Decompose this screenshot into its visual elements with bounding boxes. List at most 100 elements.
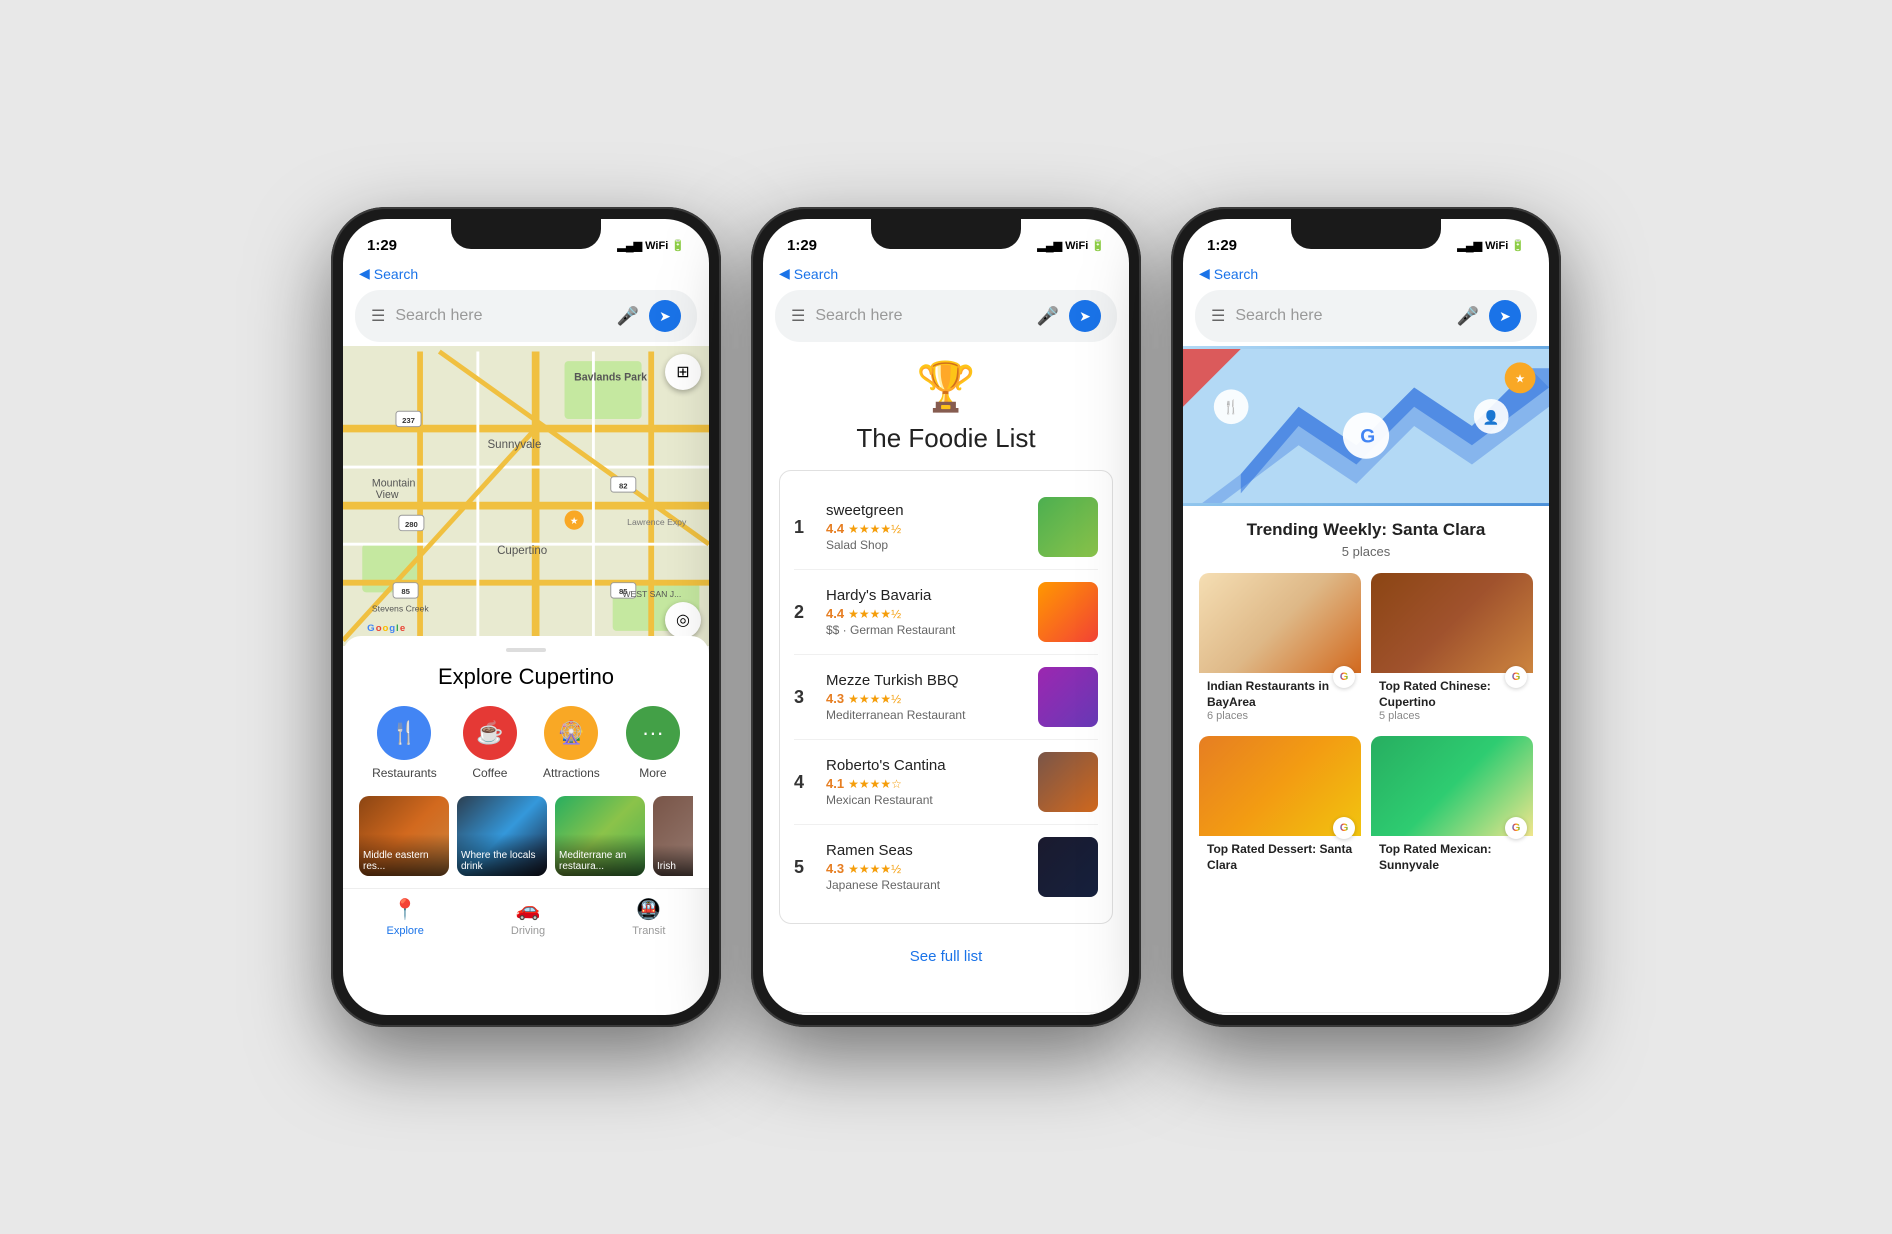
explore-title: Explore Cupertino <box>359 664 693 690</box>
nav-icon-3[interactable]: ➤ <box>1489 300 1521 332</box>
svg-text:WEST SAN J...: WEST SAN J... <box>622 589 681 599</box>
bottom-panel-1: Explore Cupertino 🍴 Restaurants ☕ Coffee… <box>343 636 709 888</box>
item-photo-5 <box>1038 837 1098 897</box>
map-location-btn[interactable]: ◎ <box>665 602 701 638</box>
item-info-2: Hardy's Bavaria 4.4 ★★★★½ $$ · German Re… <box>826 587 1026 637</box>
svg-text:g: g <box>389 623 395 634</box>
see-full-list-btn[interactable]: See full list <box>779 932 1113 981</box>
svg-text:View: View <box>376 489 399 501</box>
search-text-3[interactable]: Search here <box>1235 307 1446 325</box>
restaurants-icon: 🍴 <box>377 706 431 760</box>
foodie-item-1[interactable]: 1 sweetgreen 4.4 ★★★★½ Salad Shop <box>794 485 1098 570</box>
svg-text:Cupertino: Cupertino <box>497 545 547 557</box>
restaurants-label: Restaurants <box>372 766 437 780</box>
category-coffee[interactable]: ☕ Coffee <box>463 706 517 780</box>
back-label-3[interactable]: Search <box>1214 266 1258 282</box>
mic-icon-1[interactable]: 🎤 <box>617 306 639 327</box>
item-rating-3: 4.3 ★★★★½ <box>826 691 1026 706</box>
search-bar-3[interactable]: ☰ Search here 🎤 ➤ <box>1195 290 1537 342</box>
map-layers-btn[interactable]: ⊞ <box>665 354 701 390</box>
mic-icon-2[interactable]: 🎤 <box>1037 306 1059 327</box>
trending-subtitle: 5 places <box>1199 544 1533 559</box>
card-title-1: Top Rated Chinese: Cupertino <box>1379 679 1525 710</box>
place-card-label-0: Middle eastern res... <box>359 834 449 876</box>
trending-card-1[interactable]: G Top Rated Chinese: Cupertino 5 places <box>1371 573 1533 726</box>
map-container[interactable]: 237 280 82 85 85 Mountain View Sunnyvale… <box>343 346 709 646</box>
search-bar-1[interactable]: ☰ Search here 🎤 ➤ <box>355 290 697 342</box>
mic-icon-3[interactable]: 🎤 <box>1457 306 1479 327</box>
hamburger-icon-2[interactable]: ☰ <box>791 306 805 326</box>
item-info-3: Mezze Turkish BBQ 4.3 ★★★★½ Mediterranea… <box>826 672 1026 722</box>
card-sub-0: 6 places <box>1207 710 1353 722</box>
time-3: 1:29 <box>1207 237 1237 254</box>
hamburger-icon-1[interactable]: ☰ <box>371 306 385 326</box>
stars-1: ★★★★½ <box>848 522 901 536</box>
back-nav-2[interactable]: ◀ Search <box>763 263 1129 286</box>
status-icons-3: ▂▄▆ WiFi 🔋 <box>1457 239 1525 252</box>
item-name-5: Ramen Seas <box>826 842 1026 859</box>
coffee-label: Coffee <box>472 766 507 780</box>
foodie-item-4[interactable]: 4 Roberto's Cantina 4.1 ★★★★☆ Mexican Re… <box>794 740 1098 825</box>
item-type-5: Japanese Restaurant <box>826 878 1026 892</box>
back-nav-1[interactable]: ◀ Search <box>343 263 709 286</box>
item-num-2: 2 <box>794 602 814 623</box>
item-rating-5: 4.3 ★★★★½ <box>826 861 1026 876</box>
svg-text:237: 237 <box>402 416 415 425</box>
back-arrow-icon-3: ◀ <box>1199 265 1210 282</box>
tab-transit-1[interactable]: 🚇 Transit <box>632 897 665 937</box>
category-attractions[interactable]: 🎡 Attractions <box>543 706 600 780</box>
hamburger-icon-3[interactable]: ☰ <box>1211 306 1225 326</box>
place-card-3[interactable]: Irish <box>653 796 693 876</box>
trending-card-3[interactable]: G Top Rated Mexican: Sunnyvale <box>1371 736 1533 877</box>
svg-text:Mountain: Mountain <box>372 477 416 489</box>
trending-card-0[interactable]: G Indian Restaurants in BayArea 6 places <box>1199 573 1361 726</box>
nav-icon-1[interactable]: ➤ <box>649 300 681 332</box>
search-text-2[interactable]: Search here <box>815 307 1026 325</box>
place-cards: Middle eastern res... Where the locals d… <box>359 796 693 876</box>
back-label-1[interactable]: Search <box>374 266 418 282</box>
svg-text:e: e <box>400 623 406 634</box>
rating-num-3: 4.3 <box>826 691 844 706</box>
time-2: 1:29 <box>787 237 817 254</box>
trophy-icon: 🏆 <box>779 358 1113 415</box>
back-nav-3[interactable]: ◀ Search <box>1183 263 1549 286</box>
back-label-2[interactable]: Search <box>794 266 838 282</box>
item-photo-2 <box>1038 582 1098 642</box>
transit-tab-label-1: Transit <box>632 925 665 937</box>
category-row: 🍴 Restaurants ☕ Coffee 🎡 Attractions ···… <box>359 706 693 780</box>
phone-3: 1:29 ▂▄▆ WiFi 🔋 ◀ Search ☰ Search here 🎤… <box>1171 207 1561 1027</box>
svg-text:Sunnyvale: Sunnyvale <box>487 439 541 451</box>
notch <box>451 219 601 249</box>
item-num-4: 4 <box>794 772 814 793</box>
nav-icon-2[interactable]: ➤ <box>1069 300 1101 332</box>
tab-driving-1[interactable]: 🚗 Driving <box>511 897 545 937</box>
item-photo-4 <box>1038 752 1098 812</box>
rating-num-5: 4.3 <box>826 861 844 876</box>
svg-text:G: G <box>1360 426 1375 447</box>
category-more[interactable]: ··· More <box>626 706 680 780</box>
category-restaurants[interactable]: 🍴 Restaurants <box>372 706 437 780</box>
stars-3: ★★★★½ <box>848 692 901 706</box>
attractions-label: Attractions <box>543 766 600 780</box>
tab-explore-1[interactable]: 📍 Explore <box>387 897 424 937</box>
trending-content: Trending Weekly: Santa Clara 5 places G … <box>1183 506 1549 901</box>
foodie-item-2[interactable]: 2 Hardy's Bavaria 4.4 ★★★★½ $$ · German … <box>794 570 1098 655</box>
item-num-5: 5 <box>794 857 814 878</box>
item-info-5: Ramen Seas 4.3 ★★★★½ Japanese Restaurant <box>826 842 1026 892</box>
place-card-0[interactable]: Middle eastern res... <box>359 796 449 876</box>
trending-card-2[interactable]: G Top Rated Dessert: Santa Clara <box>1199 736 1361 877</box>
search-text-1[interactable]: Search here <box>395 307 606 325</box>
card-title-0: Indian Restaurants in BayArea <box>1207 679 1353 710</box>
bottom-tabs-2: 📍 Explore 🚗 Driving 🚇 Transit <box>763 1012 1129 1015</box>
explore-tab-label-1: Explore <box>387 925 424 937</box>
place-card-2[interactable]: Mediterrane an restaura... <box>555 796 645 876</box>
foodie-item-3[interactable]: 3 Mezze Turkish BBQ 4.3 ★★★★½ Mediterran… <box>794 655 1098 740</box>
search-bar-2[interactable]: ☰ Search here 🎤 ➤ <box>775 290 1117 342</box>
status-icons-2: ▂▄▆ WiFi 🔋 <box>1037 239 1105 252</box>
more-label: More <box>639 766 666 780</box>
item-rating-2: 4.4 ★★★★½ <box>826 606 1026 621</box>
foodie-item-5[interactable]: 5 Ramen Seas 4.3 ★★★★½ Japanese Restaura… <box>794 825 1098 909</box>
svg-text:o: o <box>376 623 382 634</box>
place-card-1[interactable]: Where the locals drink <box>457 796 547 876</box>
item-name-2: Hardy's Bavaria <box>826 587 1026 604</box>
